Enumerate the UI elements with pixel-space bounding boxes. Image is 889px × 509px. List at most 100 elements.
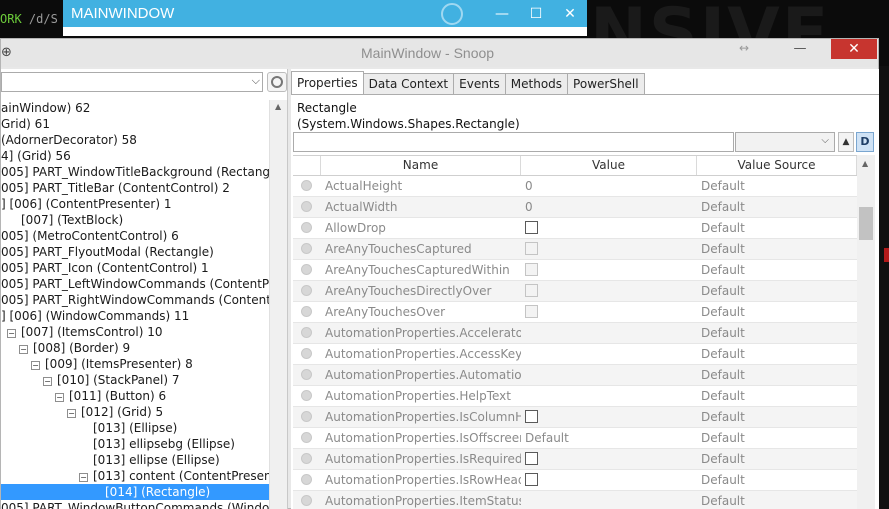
collapse-toggle-icon[interactable]: − — [55, 393, 64, 402]
tab-data-context[interactable]: Data Context — [362, 73, 455, 95]
property-value[interactable]: Default — [521, 428, 697, 448]
property-value[interactable] — [521, 449, 697, 469]
tree-node[interactable]: 005] PART_FlyoutModal (Rectangle) — [1, 244, 269, 260]
tab-properties[interactable]: Properties — [291, 71, 364, 95]
snoop-close-button[interactable]: ✕ — [831, 39, 877, 59]
collapse-toggle-icon[interactable]: − — [7, 329, 16, 338]
property-value[interactable]: 0 — [521, 197, 697, 217]
tree-node[interactable]: 005] PART_WindowButtonCommands (WindowBu… — [1, 500, 269, 509]
tree-node-label: 005] PART_RightWindowCommands (ContentPr… — [1, 293, 269, 307]
main-window-titlebar[interactable]: MAINWINDOW — ☐ ✕ — [63, 0, 587, 27]
property-value[interactable] — [521, 239, 697, 259]
property-row[interactable]: AutomationProperties.IsOffscreenBehavior… — [293, 428, 857, 449]
property-checkbox[interactable] — [525, 473, 538, 486]
property-row[interactable]: AutomationProperties.IsColumnHeader Defau… — [293, 407, 857, 428]
terminal-path: /d/S — [21, 12, 58, 26]
property-value[interactable] — [521, 260, 697, 280]
property-row[interactable]: AutomationProperties.ItemStatus Default — [293, 491, 857, 509]
tree-node[interactable]: [014] (Rectangle) — [1, 484, 269, 500]
column-header-value[interactable]: Value — [521, 156, 697, 175]
snoop-titlebar[interactable]: ⊕ MainWindow - Snoop ↔ — ✕ — [1, 39, 878, 67]
property-row[interactable]: ActualWidth 0 Default — [293, 197, 857, 218]
tree-node[interactable]: [013] (Ellipse) — [1, 420, 269, 436]
tree-node[interactable]: 005] PART_TitleBar (ContentControl) 2 — [1, 180, 269, 196]
tree-node[interactable]: 005] PART_WindowTitleBackground (Rectang… — [1, 164, 269, 180]
collapse-toggle-icon[interactable]: − — [31, 361, 40, 370]
tree-node[interactable]: [007] (TextBlock) — [1, 212, 269, 228]
tab-methods[interactable]: Methods — [504, 73, 569, 95]
property-value[interactable] — [521, 281, 697, 301]
chevron-down-icon[interactable]: ⌵ — [252, 74, 260, 88]
tree-node[interactable]: − [007] (ItemsControl) 10 — [1, 324, 269, 340]
tree-node[interactable]: − [011] (Button) 6 — [1, 388, 269, 404]
property-row[interactable]: AutomationProperties.AutomationId Default — [293, 365, 857, 386]
main-window-minimize-button[interactable]: — — [485, 6, 519, 22]
target-select-button[interactable] — [267, 72, 287, 92]
property-row[interactable]: AutomationProperties.AccessKey Default — [293, 344, 857, 365]
tree-node[interactable]: − [009] (ItemsPresenter) 8 — [1, 356, 269, 372]
column-header-name[interactable]: Name — [321, 156, 521, 175]
snoop-minimize-button[interactable]: — — [787, 41, 813, 56]
collapse-toggle-icon[interactable]: − — [79, 473, 88, 482]
tree-node[interactable]: [013] ellipse (Ellipse) — [1, 452, 269, 468]
column-header-value-source[interactable]: Value Source — [697, 156, 857, 175]
tree-node[interactable]: 005] (MetroContentControl) 6 — [1, 228, 269, 244]
property-row[interactable]: AutomationProperties.HelpText Default — [293, 386, 857, 407]
column-header-marker[interactable] — [293, 156, 321, 175]
sort-button[interactable]: ▲ — [838, 132, 854, 152]
property-filter-combo[interactable]: ⌵ — [735, 132, 835, 152]
tree-node[interactable]: 005] PART_Icon (ContentControl) 1 — [1, 260, 269, 276]
show-defaults-toggle[interactable]: D — [856, 132, 874, 152]
tree-node[interactable]: Grid) 61 — [1, 116, 269, 132]
property-checkbox[interactable] — [525, 452, 538, 465]
property-row[interactable]: AreAnyTouchesCaptured Default — [293, 239, 857, 260]
property-filter-input[interactable] — [293, 132, 734, 152]
collapse-toggle-icon[interactable]: − — [43, 377, 52, 386]
resize-icon[interactable]: ↔ — [739, 41, 749, 55]
snoop-app-icon[interactable]: ⊕ — [1, 45, 12, 60]
main-window-close-button[interactable]: ✕ — [553, 6, 587, 22]
tree-node[interactable]: 4] (Grid) 56 — [1, 148, 269, 164]
tree-node[interactable]: − [012] (Grid) 5 — [1, 404, 269, 420]
tree-node[interactable]: 005] PART_LeftWindowCommands (ContentPre… — [1, 276, 269, 292]
property-value[interactable]: 0 — [521, 176, 697, 196]
property-row[interactable]: AutomationProperties.AcceleratorKey Defau… — [293, 323, 857, 344]
collapse-toggle-icon[interactable]: − — [67, 409, 76, 418]
tree-node[interactable]: −[013] content (ContentPresenter) 1 — [1, 468, 269, 484]
scroll-up-icon[interactable]: ▲ — [275, 102, 281, 111]
property-checkbox[interactable] — [525, 410, 538, 423]
property-row[interactable]: AreAnyTouchesDirectlyOver Default — [293, 281, 857, 302]
main-window-maximize-button[interactable]: ☐ — [519, 6, 553, 22]
tree-node[interactable]: ainWindow) 62 — [1, 100, 269, 116]
property-value-source: Default — [701, 410, 745, 424]
tree-filter-combo[interactable]: ⌵ — [1, 72, 263, 92]
property-row[interactable]: AreAnyTouchesCapturedWithin Default — [293, 260, 857, 281]
property-row[interactable]: AutomationProperties.IsRequiredForForm De… — [293, 449, 857, 470]
property-row[interactable]: AutomationProperties.IsRowHeader Default — [293, 470, 857, 491]
property-value[interactable] — [521, 302, 697, 322]
property-grid-scrollbar[interactable]: ▲ — [857, 155, 875, 509]
collapse-toggle-icon[interactable]: − — [19, 345, 28, 354]
visual-tree[interactable]: ainWindow) 62 Grid) 61 (AdornerDecorator) … — [1, 100, 269, 509]
property-marker — [293, 239, 321, 259]
tree-node[interactable]: ] [006] (WindowCommands) 11 — [1, 308, 269, 324]
tab-events[interactable]: Events — [453, 73, 506, 95]
tree-node[interactable]: 005] PART_RightWindowCommands (ContentPr… — [1, 292, 269, 308]
tree-node[interactable]: − [008] (Border) 9 — [1, 340, 269, 356]
tree-node[interactable]: − [010] (StackPanel) 7 — [1, 372, 269, 388]
property-row[interactable]: AreAnyTouchesOver Default — [293, 302, 857, 323]
property-value[interactable] — [521, 218, 697, 238]
property-checkbox[interactable] — [525, 221, 538, 234]
property-value[interactable] — [521, 407, 697, 427]
tree-scrollbar[interactable]: ▲ — [269, 100, 287, 509]
scroll-thumb[interactable] — [859, 207, 873, 240]
tree-node[interactable]: (AdornerDecorator) 58 — [1, 132, 269, 148]
property-value-source: Default — [701, 179, 745, 193]
tree-node[interactable]: [013] ellipsebg (Ellipse) — [1, 436, 269, 452]
property-row[interactable]: ActualHeight 0 Default — [293, 176, 857, 197]
property-value[interactable] — [521, 470, 697, 490]
scroll-up-icon[interactable]: ▲ — [862, 159, 868, 168]
property-row[interactable]: AllowDrop Default — [293, 218, 857, 239]
tree-node[interactable]: ] [006] (ContentPresenter) 1 — [1, 196, 269, 212]
tab-powershell[interactable]: PowerShell — [567, 73, 645, 95]
